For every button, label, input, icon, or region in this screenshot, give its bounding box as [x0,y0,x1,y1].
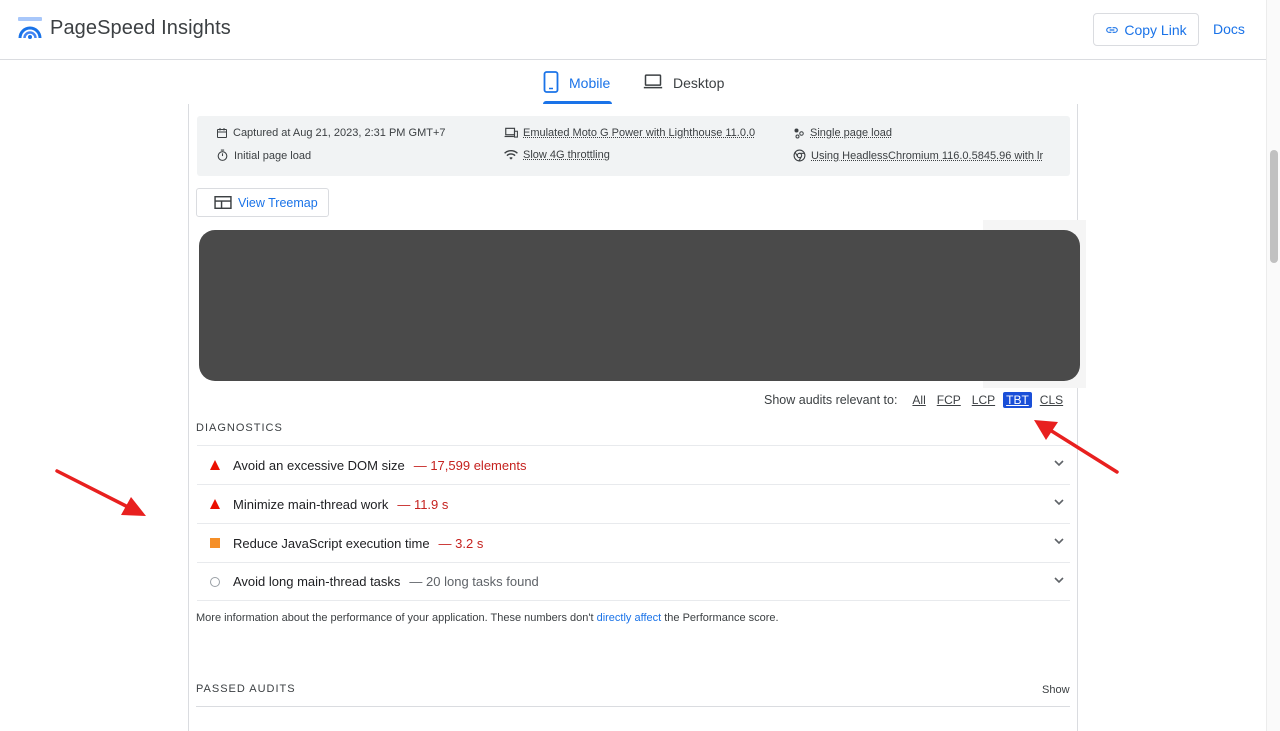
audit-filter: Show audits relevant to: All FCP LCP TBT… [764,392,1074,408]
session-icon [794,128,804,139]
chevron-down-icon[interactable] [1054,577,1064,584]
phone-icon [543,71,559,93]
audit-row[interactable]: Avoid long main-thread tasks — 20 long t… [197,562,1070,601]
info-circle-icon [209,576,221,588]
session-type[interactable]: Single page load [793,127,892,139]
copy-link-button[interactable]: Copy Link [1093,13,1199,46]
redacted-block [199,230,1080,381]
wifi-icon [504,149,518,160]
view-treemap-label: View Treemap [238,195,318,210]
filter-cls[interactable]: CLS [1040,393,1063,407]
passed-audits-show-toggle[interactable]: Show [1042,684,1070,696]
description-text-pre: More information about the performance o… [196,612,597,624]
fail-triangle-icon [209,498,221,510]
app-title: PageSpeed Insights [50,16,231,39]
audit-title: Minimize main-thread work [233,496,389,512]
link-icon [1106,26,1119,33]
report-border-right [1077,104,1078,731]
session-type-text: Single page load [810,127,892,139]
filter-lcp[interactable]: LCP [972,393,995,407]
captured-at-text: Captured at Aug 21, 2023, 2:31 PM GMT+7 [233,127,446,139]
network-throttling[interactable]: Slow 4G throttling [504,149,610,161]
browser-version-text: Using HeadlessChromium 116.0.5845.96 wit… [811,149,1044,162]
passed-audits-heading: PASSED AUDITS [196,683,296,695]
diagnostics-description: More information about the performance o… [196,612,779,624]
filter-label: Show audits relevant to: [764,393,898,407]
runtime-settings-panel: Captured at Aug 21, 2023, 2:31 PM GMT+7 … [197,116,1070,176]
copy-link-label: Copy Link [1124,21,1187,38]
filter-fcp[interactable]: FCP [937,393,961,407]
view-treemap-button[interactable]: View Treemap [196,188,329,217]
chevron-down-icon[interactable] [1054,460,1064,467]
tab-desktop[interactable]: Desktop [643,70,724,104]
network-throttling-text: Slow 4G throttling [523,149,610,161]
browser-version[interactable]: Using HeadlessChromium 116.0.5845.96 wit… [793,149,1043,162]
tab-desktop-label: Desktop [673,75,725,91]
captured-at: Captured at Aug 21, 2023, 2:31 PM GMT+7 [216,127,446,139]
passed-audits-divider [196,706,1070,707]
chevron-down-icon[interactable] [1054,538,1064,545]
directly-affect-link[interactable]: directly affect [597,612,662,624]
description-text-post: the Performance score. [661,612,779,624]
top-header: PageSpeed Insights Copy Link Docs [0,0,1266,60]
scrollbar-thumb[interactable] [1270,150,1278,263]
timer-icon [217,149,228,161]
active-tab-indicator [543,101,612,104]
audit-title: Reduce JavaScript execution time [233,535,430,551]
page-load-type: Initial page load [216,149,311,162]
annotation-arrow-left [55,469,146,516]
tab-mobile[interactable]: Mobile [543,70,610,104]
docs-link[interactable]: Docs [1213,21,1245,37]
page-scrollbar[interactable] [1266,0,1280,731]
audit-row[interactable]: Minimize main-thread work — 11.9 s [197,484,1070,523]
filter-tbt[interactable]: TBT [1003,392,1032,408]
calendar-icon [217,128,227,138]
diagnostics-list: Avoid an excessive DOM size — 17,599 ele… [197,445,1070,601]
audit-title: Avoid long main-thread tasks [233,574,401,589]
filter-all[interactable]: All [912,393,925,407]
audit-value: — 11.9 s [397,496,449,512]
emulated-device[interactable]: Emulated Moto G Power with Lighthouse 11… [504,127,755,139]
treemap-icon [214,196,232,209]
devices-icon [504,127,518,138]
laptop-icon [643,74,663,89]
report-border-left [188,104,189,731]
tab-mobile-label: Mobile [569,75,611,91]
emulated-device-text: Emulated Moto G Power with Lighthouse 11… [523,127,756,139]
page-load-text: Initial page load [234,149,312,162]
audit-value: — 17,599 elements [413,457,527,473]
diagnostics-heading: DIAGNOSTICS [196,422,283,434]
audit-value: — 3.2 s [438,535,484,551]
pagespeed-logo-icon [18,17,42,39]
app-logo[interactable]: PageSpeed Insights [18,16,231,40]
audit-value: — 20 long tasks found [409,574,539,589]
audit-title: Avoid an excessive DOM size [233,457,405,473]
chrome-icon [793,149,806,162]
fail-triangle-icon [209,459,221,471]
average-square-icon [209,537,221,549]
audit-row[interactable]: Avoid an excessive DOM size — 17,599 ele… [197,445,1070,484]
chevron-down-icon[interactable] [1054,499,1064,506]
audit-row[interactable]: Reduce JavaScript execution time — 3.2 s [197,523,1070,562]
